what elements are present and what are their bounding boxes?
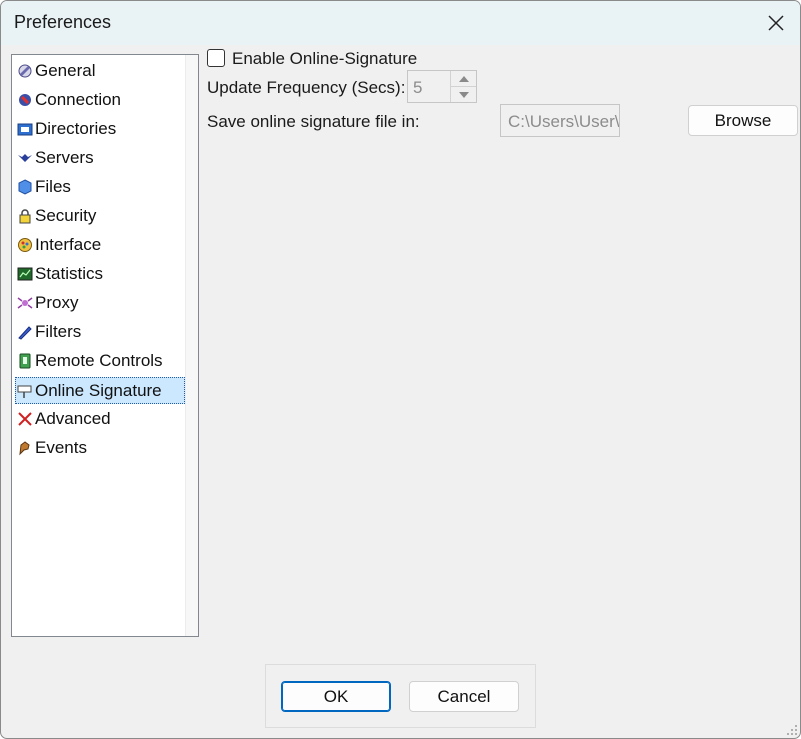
- sidebar-item-interface[interactable]: Interface: [15, 233, 184, 257]
- sidebar-item-advanced[interactable]: Advanced: [15, 407, 184, 431]
- resize-grip-icon[interactable]: [784, 722, 798, 736]
- connection-icon: [19, 94, 31, 106]
- preferences-dialog: Preferences General Connection Directori…: [0, 0, 801, 739]
- sidebar-item-label: Events: [35, 438, 87, 457]
- signature-path-input[interactable]: C:\Users\User\: [500, 104, 620, 137]
- advanced-icon: [18, 412, 32, 426]
- sidebar-item-label: Interface: [35, 235, 102, 254]
- sidebar-item-filters[interactable]: Filters: [15, 320, 184, 344]
- update-frequency-value: 5: [413, 78, 423, 97]
- sidebar-item-label: Servers: [35, 148, 94, 167]
- dialog-title: Preferences: [14, 12, 112, 32]
- sidebar-item-label: Proxy: [35, 293, 79, 312]
- statistics-icon: [17, 267, 33, 281]
- update-frequency-label: Update Frequency (Secs):: [207, 78, 406, 97]
- lock-icon: [19, 209, 31, 224]
- enable-online-signature-label[interactable]: Enable Online-Signature: [232, 49, 417, 69]
- title-bar[interactable]: Preferences: [1, 1, 800, 45]
- cancel-button[interactable]: Cancel: [409, 681, 519, 712]
- spinner-buttons: [450, 71, 476, 102]
- close-icon[interactable]: [762, 9, 790, 37]
- proxy-icon: [17, 297, 33, 309]
- files-icon: [18, 179, 32, 195]
- sidebar-item-label: Online Signature: [35, 380, 162, 400]
- sidebar-item-connection[interactable]: Connection: [15, 88, 184, 112]
- sidebar-item-servers[interactable]: Servers: [15, 146, 184, 170]
- sidebar-item-label: General: [35, 61, 96, 80]
- sidebar-item-label: Connection: [35, 90, 122, 109]
- sidebar-item-label: Filters: [35, 322, 82, 341]
- signature-path-value: C:\Users\User\: [508, 112, 620, 131]
- interface-icon: [18, 238, 32, 252]
- sidebar-item-statistics[interactable]: Statistics: [15, 262, 184, 286]
- sidebar-item-label: Statistics: [35, 264, 104, 283]
- sidebar-item-label: Security: [35, 206, 97, 225]
- servers-icon: [18, 154, 32, 162]
- sidebar-item-proxy[interactable]: Proxy: [15, 291, 184, 315]
- signpost-icon: [17, 385, 32, 398]
- sidebar-item-security[interactable]: Security: [15, 204, 184, 228]
- chevron-up-icon: [458, 75, 469, 82]
- sidebar-item-directories[interactable]: Directories: [15, 117, 184, 141]
- sidebar-item-label: Remote Controls: [35, 351, 163, 370]
- sidebar-item-events[interactable]: Events: [15, 436, 184, 460]
- save-location-label: Save online signature file in:: [207, 112, 420, 131]
- general-icon: [18, 64, 32, 78]
- update-frequency-spinner[interactable]: 5: [407, 70, 477, 103]
- remote-controls-icon: [19, 353, 31, 369]
- sidebar-scrollbar[interactable]: [185, 55, 198, 636]
- sidebar-item-label: Directories: [35, 119, 117, 138]
- sidebar-item-remote-controls[interactable]: Remote Controls: [15, 349, 184, 373]
- browse-button[interactable]: Browse: [688, 105, 798, 136]
- directories-icon: [17, 123, 33, 136]
- category-list[interactable]: General Connection Directories Servers F…: [11, 54, 199, 637]
- chevron-down-icon: [458, 91, 469, 98]
- filters-icon: [18, 326, 32, 340]
- spinner-up-button[interactable]: [451, 71, 476, 87]
- sidebar-item-general[interactable]: General: [15, 59, 184, 83]
- enable-online-signature-checkbox[interactable]: [207, 49, 225, 67]
- sidebar-item-online-signature[interactable]: Online Signature: [15, 377, 185, 404]
- sidebar-item-label: Advanced: [35, 409, 111, 428]
- sidebar-item-label: Files: [35, 177, 71, 196]
- spinner-down-button[interactable]: [451, 87, 476, 102]
- events-icon: [19, 441, 30, 456]
- sidebar-item-files[interactable]: Files: [15, 175, 184, 199]
- ok-button[interactable]: OK: [281, 681, 391, 712]
